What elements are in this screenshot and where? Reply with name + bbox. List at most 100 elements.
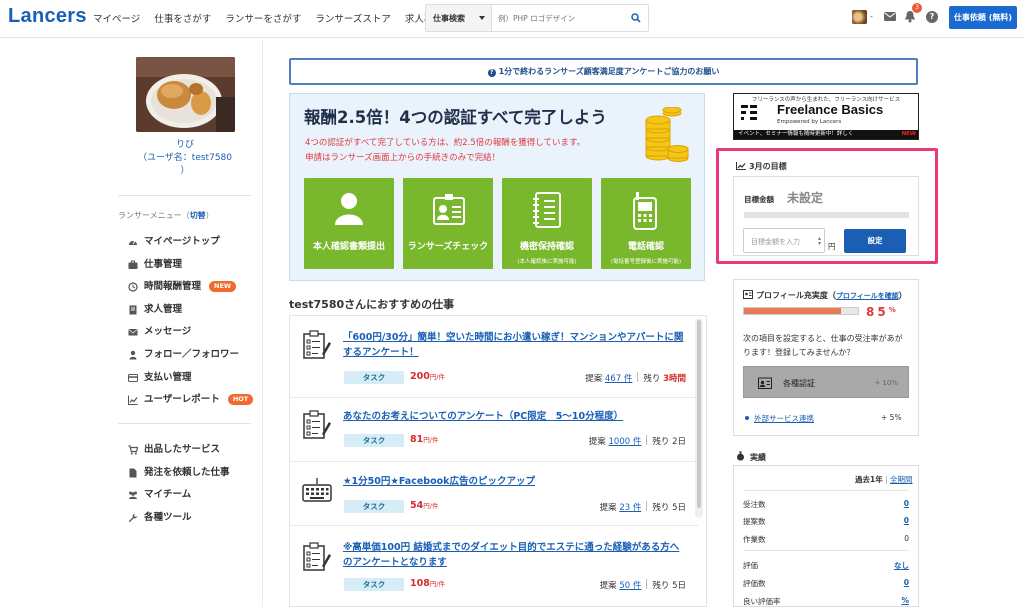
tile-nda-confirmation[interactable]: 機密保持確認 (本人確認後に実施可能) bbox=[502, 178, 592, 269]
menu-item-message[interactable]: メッセージ bbox=[128, 326, 253, 349]
search-type-select[interactable]: 仕事検索 bbox=[426, 5, 492, 31]
stat-value[interactable]: なし bbox=[894, 560, 909, 571]
stat-value[interactable]: 0 bbox=[904, 516, 909, 525]
lancers-logo[interactable]: Lancers bbox=[8, 5, 87, 28]
tile-lancers-check[interactable]: ランサーズチェック bbox=[403, 178, 493, 269]
profile-photo-image bbox=[136, 57, 235, 132]
keyboard-icon bbox=[302, 478, 332, 502]
mail-icon[interactable] bbox=[884, 12, 896, 21]
menu-item-tools[interactable]: 各種ツール bbox=[128, 512, 230, 535]
stats-period: 過去1年 | 全期間 bbox=[855, 474, 913, 485]
bullet-icon bbox=[745, 416, 749, 420]
stat-value: 0 bbox=[904, 534, 909, 543]
separator bbox=[646, 579, 648, 589]
nav-find-work[interactable]: 仕事をさがす bbox=[154, 11, 211, 25]
check-profile-link[interactable]: プロフィールを確認 bbox=[836, 292, 899, 300]
stat-row-good-rate: 良い評価率% bbox=[743, 596, 909, 607]
separator bbox=[646, 501, 648, 511]
nav-find-lancer[interactable]: ランサーをさがす bbox=[225, 11, 301, 25]
menu-item-follow[interactable]: フォロー／フォロワー bbox=[128, 349, 253, 372]
menu-toggle-link[interactable]: 切替 bbox=[190, 211, 206, 220]
promo-title: 報酬2.5倍！4つの認証すべて完了しよう bbox=[304, 108, 607, 127]
goal-set-button[interactable]: 設定 bbox=[844, 229, 906, 253]
job-meta: 提案 23 件 残り 5日 bbox=[600, 501, 686, 513]
info-icon: ? bbox=[487, 69, 496, 77]
stat-value[interactable]: % bbox=[901, 596, 909, 605]
nav-mypage[interactable]: マイページ bbox=[93, 11, 140, 25]
menu-item-recruit[interactable]: 求人管理 bbox=[128, 304, 253, 327]
menu-item-ordered-work[interactable]: 発注を依頼した仕事 bbox=[128, 467, 230, 490]
divider bbox=[743, 550, 909, 551]
proposals-link[interactable]: 467 件 bbox=[605, 374, 632, 384]
goal-heading-text: 3月の目標 bbox=[749, 162, 787, 171]
menu-item-hourly[interactable]: 時間報酬管理 NEW bbox=[128, 281, 253, 304]
external-service-link[interactable]: 外部サービス連携 bbox=[754, 414, 814, 423]
user-menu-caret[interactable]: - bbox=[870, 12, 873, 21]
spinner-icon[interactable]: ▴ ▾ bbox=[818, 236, 821, 247]
menu-item-work-management[interactable]: 仕事管理 bbox=[128, 259, 253, 282]
tile-label: 本人確認書類提出 bbox=[312, 242, 385, 252]
person-icon bbox=[335, 193, 363, 225]
banner-event-strip: イベント、セミナー情報も随時更新中！詳しく NEW bbox=[734, 130, 918, 139]
menu-item-mypage-top[interactable]: マイページトップ bbox=[128, 236, 253, 259]
profile-hint-text: 次の項目を設定すると、仕事の受注率があがります！登録してみませんか？ bbox=[743, 334, 903, 357]
promo-description: 4つの認証がすべて完了している方は、約2.5倍の報酬を獲得しています。 申請はラ… bbox=[305, 136, 585, 166]
profile-photo[interactable] bbox=[136, 57, 235, 132]
user-avatar-small[interactable] bbox=[852, 10, 867, 24]
menu-item-payment[interactable]: 支払い管理 bbox=[128, 372, 253, 395]
period-all-link[interactable]: 全期間 bbox=[890, 475, 913, 484]
goal-amount-input[interactable]: 目標金額を入力 ▴ ▾ bbox=[743, 228, 825, 253]
nav-store[interactable]: ランサーズストア bbox=[315, 11, 391, 25]
profile-percent: 85% bbox=[866, 305, 896, 319]
proposals-label: 提案 bbox=[588, 437, 606, 447]
menu-label: メッセージ bbox=[144, 326, 192, 338]
survey-notice-banner[interactable]: ? 1分で終わるランサーズ顧客満足度アンケートご協力のお願い bbox=[289, 58, 918, 85]
remaining-label: 残り bbox=[652, 581, 670, 591]
stat-value[interactable]: 0 bbox=[904, 578, 909, 587]
goal-input-placeholder: 目標金額を入力 bbox=[751, 238, 800, 246]
menu-item-services[interactable]: 出品したサービス bbox=[128, 444, 230, 467]
menu-item-user-report[interactable]: ユーザーレポート HOT bbox=[128, 394, 254, 417]
profile-name[interactable]: りび （ユーザ名：test7580 ） bbox=[120, 139, 250, 178]
price-unit: 円/件 bbox=[423, 436, 439, 444]
job-price: 54円/件 bbox=[410, 500, 438, 511]
job-meta: 提案 1000 件残り 2日 bbox=[589, 435, 686, 447]
proposals-link[interactable]: 23 件 bbox=[619, 503, 641, 513]
menu-label: フォロー／フォロワー bbox=[144, 348, 240, 360]
menu-label: 出品したサービス bbox=[144, 444, 221, 455]
divider bbox=[118, 423, 251, 424]
job-title-link[interactable]: ※高単価100円 結婚式までのダイエット目的でエステに通った経験がある方へのアン… bbox=[343, 540, 688, 570]
job-title-link[interactable]: ★1分50円★Facebook広告のピックアップ bbox=[343, 474, 688, 489]
job-title-link[interactable]: 「600円/30分」簡単！空いた時間にお小遣い稼ぎ！マンションやアパートに関する… bbox=[343, 330, 688, 360]
help-icon[interactable]: ? bbox=[926, 11, 938, 23]
remaining-label: 残り bbox=[652, 503, 670, 513]
job-type-tag: タスク bbox=[344, 578, 404, 591]
menu-label: ユーザーレポート bbox=[144, 394, 220, 406]
notification-badge: 3 bbox=[912, 3, 922, 13]
freelance-basics-banner[interactable]: フリーランスの声から生まれた、フリーランス向けサービス Freelance Ba… bbox=[733, 93, 919, 140]
banner-service-name: Freelance Basics bbox=[777, 102, 884, 117]
stats-heading: 実績 bbox=[736, 451, 766, 463]
stat-value[interactable]: 0 bbox=[904, 499, 909, 508]
tile-identity-document[interactable]: 本人確認書類提出 bbox=[304, 178, 394, 269]
survey-icon bbox=[303, 542, 331, 571]
period-current[interactable]: 過去1年 bbox=[855, 475, 883, 484]
jobs-scrollbar-thumb[interactable] bbox=[697, 320, 701, 508]
verification-card[interactable]: 各種認証 + 10% bbox=[743, 366, 909, 398]
tile-label: 電話確認 bbox=[627, 242, 664, 252]
tile-phone-confirmation[interactable]: 電話確認 (電話番号登録後に実施可能) bbox=[601, 178, 691, 269]
notebook-icon bbox=[533, 192, 561, 228]
order-work-button[interactable]: 仕事依頼 (無料) bbox=[949, 6, 1017, 29]
proposals-link[interactable]: 50 件 bbox=[619, 581, 641, 591]
proposals-link[interactable]: 1000 件 bbox=[609, 437, 642, 447]
job-price: 81円/件 bbox=[410, 434, 438, 445]
price-value: 81 bbox=[410, 434, 424, 445]
search-icon[interactable] bbox=[631, 13, 641, 23]
line-chart-icon bbox=[128, 395, 138, 406]
menu-label: マイページトップ bbox=[144, 236, 220, 247]
search-input[interactable] bbox=[498, 10, 628, 26]
dashboard-icon bbox=[129, 240, 137, 245]
menu-label: 支払い管理 bbox=[144, 371, 192, 383]
job-title-link[interactable]: あなたのお考えについてのアンケート（PC限定 5〜10分程度） bbox=[343, 409, 688, 424]
menu-item-my-team[interactable]: マイチーム bbox=[128, 489, 230, 512]
